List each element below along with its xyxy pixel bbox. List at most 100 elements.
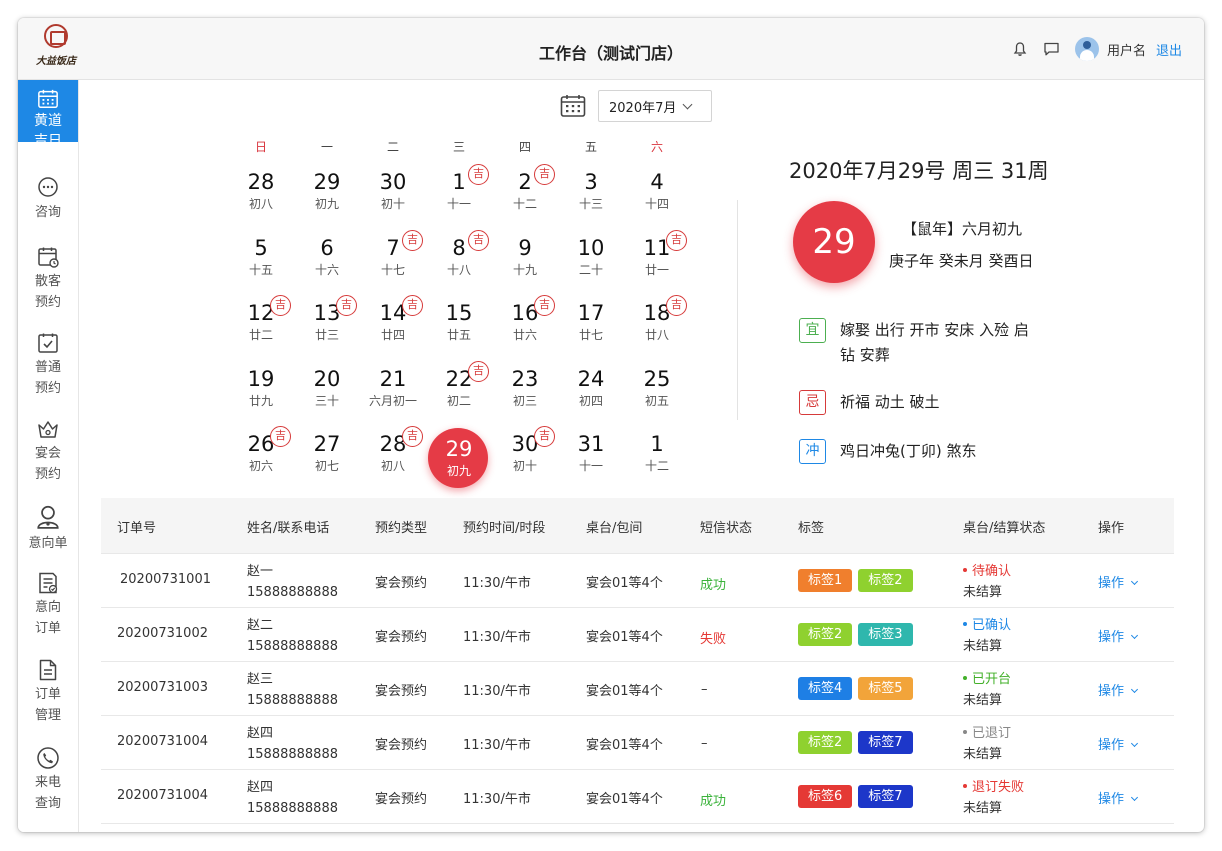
sidebar-item-consult[interactable]: 咨询 — [18, 176, 78, 223]
username[interactable]: 用户名 — [1107, 40, 1146, 59]
calendar-day-selected[interactable]: 29 初九 — [426, 420, 492, 488]
calendar-day[interactable]: 30 初十 — [360, 158, 426, 220]
tag-label[interactable]: 标签2 — [798, 623, 853, 646]
sidebar-item-call-lookup[interactable]: 来电查询 — [18, 746, 78, 814]
tag-label[interactable]: 标签4 — [798, 677, 853, 700]
lunar-day: 十五 — [248, 262, 273, 277]
sidebar-label-0: 黄道吉日 — [34, 113, 62, 149]
calendar-day[interactable]: 28 初八 — [228, 158, 294, 220]
operation-dropdown[interactable]: 操作 — [1098, 680, 1139, 699]
tag-label[interactable]: 标签1 — [798, 569, 853, 592]
column-header: 订单号 — [117, 521, 157, 536]
bell-icon[interactable] — [1011, 40, 1029, 58]
calendar-day[interactable]: 17 廿七 — [558, 289, 624, 351]
sidebar-item-banquet-booking[interactable]: 宴会预约 — [18, 417, 78, 485]
sidebar-item-auspicious-days[interactable]: 黄道吉日 — [18, 80, 78, 149]
calendar-day[interactable]: 26 初六吉 — [228, 420, 294, 482]
sidebar-label-7: 订单管理 — [34, 687, 61, 723]
calendar-day[interactable]: 28 初八吉 — [360, 420, 426, 482]
calendar-day[interactable]: 2 十二吉 — [492, 158, 558, 220]
calendar-day[interactable]: 31 十一 — [558, 420, 624, 482]
calendar-day[interactable]: 19 廿九 — [228, 355, 294, 417]
calendar-day[interactable]: 23 初三 — [492, 355, 558, 417]
calendar-day[interactable]: 30 初十吉 — [492, 420, 558, 482]
lunar-day: 初十 — [380, 197, 405, 211]
tag-label[interactable]: 标签5 — [858, 677, 913, 700]
calendar-day[interactable]: 15 廿五 — [426, 289, 492, 351]
sidebar-item-intent[interactable]: 意向单 — [18, 503, 78, 554]
month-select[interactable]: 2020年7月 — [598, 90, 712, 122]
lunar-day: 廿四 — [380, 328, 405, 342]
tags-cell: 标签6 标签7 — [798, 785, 919, 808]
auspicious-mark: 吉 — [402, 426, 423, 447]
tag-label[interactable]: 标签2 — [798, 731, 853, 754]
operation-dropdown[interactable]: 操作 — [1098, 788, 1139, 807]
sidebar-label-4: 宴会预约 — [34, 446, 61, 482]
avatar[interactable] — [1074, 37, 1099, 61]
operation-label: 操作 — [1098, 738, 1125, 753]
calendar-grid-icon[interactable] — [560, 94, 586, 118]
calendar-day[interactable]: 16 廿六吉 — [492, 289, 558, 351]
calendar-day[interactable]: 11 廿一吉 — [624, 224, 690, 286]
calendar-day[interactable]: 14 廿四吉 — [360, 289, 426, 351]
booking-time: 11:30/午市 — [463, 792, 531, 807]
order-number[interactable]: 20200731004 — [117, 734, 208, 749]
customer-contact: 赵四 15888888888 — [247, 777, 338, 819]
calendar-day[interactable]: 29 初九 — [294, 158, 360, 220]
calendar-day[interactable]: 12 廿二吉 — [228, 289, 294, 351]
calendar-day[interactable]: 3 十三 — [558, 158, 624, 220]
calendar-day[interactable]: 22 初二吉 — [426, 355, 492, 417]
calendar-day[interactable]: 8 十八吉 — [426, 224, 492, 286]
operation-dropdown[interactable]: 操作 — [1098, 572, 1139, 591]
operation-dropdown[interactable]: 操作 — [1098, 734, 1139, 753]
avoid-row: 忌 祈福 动土 破土 — [799, 390, 1040, 415]
settlement-status: 已开台 未结算 — [963, 669, 1011, 711]
calendar-day[interactable]: 5 十五 — [228, 224, 294, 286]
customer-contact: 赵三 15888888888 — [247, 669, 338, 711]
sidebar-label-8: 来电查询 — [34, 775, 61, 811]
order-number[interactable]: 20200731003 — [117, 680, 208, 695]
calendar-day[interactable]: 21 六月初一 — [360, 355, 426, 417]
calendar-day[interactable]: 1 十二 — [624, 420, 690, 482]
calendar-day[interactable]: 7 十七吉 — [360, 224, 426, 286]
operation-dropdown[interactable]: 操作 — [1098, 626, 1139, 645]
tag-label[interactable]: 标签3 — [858, 623, 913, 646]
calendar-day[interactable]: 10 二十 — [558, 224, 624, 286]
sms-status: 成功 — [700, 578, 727, 593]
tag-label[interactable]: 标签7 — [858, 785, 913, 808]
calendar-day[interactable]: 9 十九 — [492, 224, 558, 286]
tag-label[interactable]: 标签7 — [858, 731, 913, 754]
calendar-day[interactable]: 27 初七 — [294, 420, 360, 482]
settle-status: 未结算 — [963, 693, 1003, 708]
sidebar-item-order-management[interactable]: 订单管理 — [18, 658, 78, 726]
order-number[interactable]: 20200731004 — [117, 788, 208, 803]
sidebar-item-intent-order[interactable]: 意向订单 — [18, 571, 78, 639]
chevron-down-icon — [682, 99, 693, 109]
calendar-day[interactable]: 1 十一吉 — [426, 158, 492, 220]
table-row: 20200731003 赵三 15888888888 宴会预约 11:30/午市 宴会01… — [101, 662, 1174, 716]
booking-type: 宴会预约 — [375, 738, 428, 753]
tag-label[interactable]: 标签2 — [858, 569, 913, 592]
calendar-day[interactable]: 18 廿八吉 — [624, 289, 690, 351]
day-number: 27 — [313, 432, 341, 456]
calendar-day[interactable]: 4 十四 — [624, 158, 690, 220]
tag-label[interactable]: 标签6 — [798, 785, 853, 808]
calendar-day[interactable]: 13 廿三吉 — [294, 289, 360, 351]
customer-contact: 赵一 15888888888 — [247, 561, 338, 603]
lunar-day: 初九 — [314, 197, 339, 211]
settlement-status: 待确认 未结算 — [963, 561, 1011, 603]
message-icon[interactable] — [1043, 40, 1061, 58]
sidebar-label-6: 意向订单 — [34, 600, 61, 636]
sidebar-item-normal-booking[interactable]: 普通预约 — [18, 331, 78, 399]
calendar-day[interactable]: 24 初四 — [558, 355, 624, 417]
sidebar-item-walkin[interactable]: 散客预约 — [18, 245, 78, 313]
calendar-day[interactable]: 20 三十 — [294, 355, 360, 417]
logout-link[interactable]: 退出 — [1156, 40, 1182, 59]
document-check-icon — [39, 572, 58, 594]
phone-icon — [37, 747, 59, 769]
order-number[interactable]: 20200731001 — [120, 572, 211, 587]
calendar-day[interactable]: 6 十六 — [294, 224, 360, 286]
calendar-day[interactable]: 25 初五 — [624, 355, 690, 417]
auspicious-mark: 吉 — [468, 360, 489, 382]
order-number[interactable]: 20200731002 — [117, 626, 208, 641]
